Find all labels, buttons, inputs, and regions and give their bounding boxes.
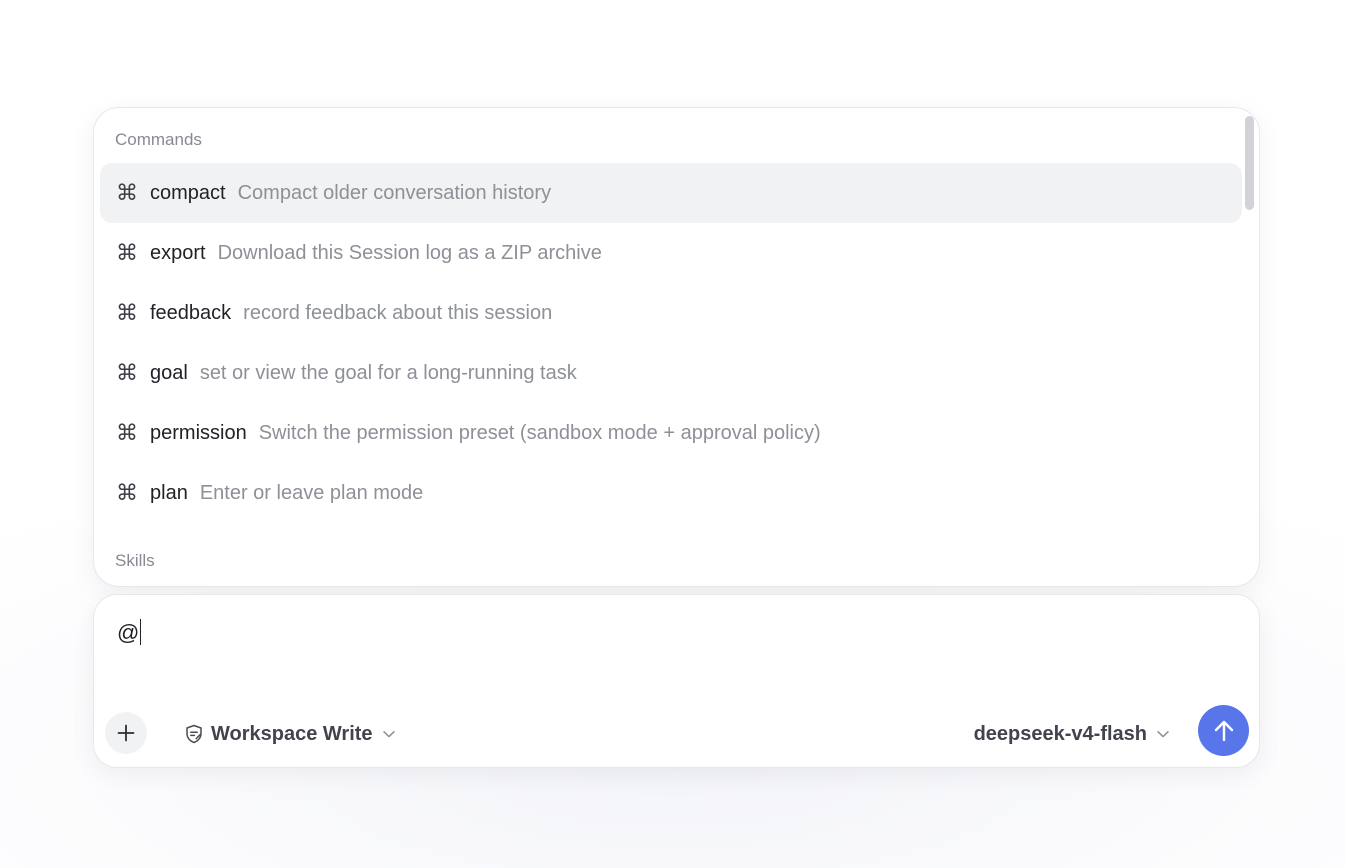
command-icon: ⌘ [116,420,138,445]
command-item-compact[interactable]: ⌘ compact Compact older conversation his… [100,163,1242,223]
command-description: set or view the goal for a long-running … [199,361,577,384]
command-name: feedback [150,301,232,324]
command-icon: ⌘ [116,240,138,265]
command-description: Switch the permission preset (sandbox mo… [258,421,821,444]
command-description: Download this Session log as a ZIP archi… [217,241,602,264]
command-name: export [150,241,206,264]
command-icon: ⌘ [116,180,138,205]
command-icon: ⌘ [116,300,138,325]
command-list: ⌘ compact Compact older conversation his… [100,163,1242,523]
command-item-plan[interactable]: ⌘ plan Enter or leave plan mode [100,463,1242,523]
plus-icon [116,723,136,743]
chevron-down-icon [381,726,397,742]
shield-icon [183,723,205,745]
command-description: Compact older conversation history [237,181,552,204]
message-input[interactable]: @ [117,619,142,647]
command-name: permission [150,421,247,444]
command-icon: ⌘ [116,480,138,505]
command-item-permission[interactable]: ⌘ permission Switch the permission prese… [100,403,1242,463]
popup-scrollbar[interactable] [1243,116,1254,580]
model-selector-dropdown[interactable]: deepseek-v4-flash [974,720,1171,748]
scrollbar-thumb[interactable] [1245,116,1254,210]
send-button[interactable] [1198,705,1249,756]
command-popup: Commands ⌘ compact Compact older convers… [93,107,1260,587]
permission-preset-label: Workspace Write [211,722,373,745]
message-input-value: @ [117,620,140,645]
command-name: plan [150,481,188,504]
model-label: deepseek-v4-flash [973,722,1147,745]
permission-preset-dropdown[interactable]: Workspace Write [183,720,397,748]
command-name: compact [150,181,226,204]
command-icon: ⌘ [116,360,138,385]
message-composer: @ Workspace Write deepseek-v4-flash [93,594,1260,768]
command-description: Enter or leave plan mode [199,481,424,504]
arrow-up-icon [1211,718,1237,744]
commands-header: Commands [115,130,202,149]
command-name: goal [150,361,188,384]
command-description: record feedback about this session [243,301,553,324]
add-attachment-button[interactable] [105,712,147,754]
chevron-down-icon [1155,726,1171,742]
command-item-goal[interactable]: ⌘ goal set or view the goal for a long-r… [100,343,1242,403]
command-item-export[interactable]: ⌘ export Download this Session log as a … [100,223,1242,283]
page: Commands ⌘ compact Compact older convers… [0,0,1345,868]
skills-header: Skills [115,551,155,570]
text-caret [140,619,142,645]
command-item-feedback[interactable]: ⌘ feedback record feedback about this se… [100,283,1242,343]
